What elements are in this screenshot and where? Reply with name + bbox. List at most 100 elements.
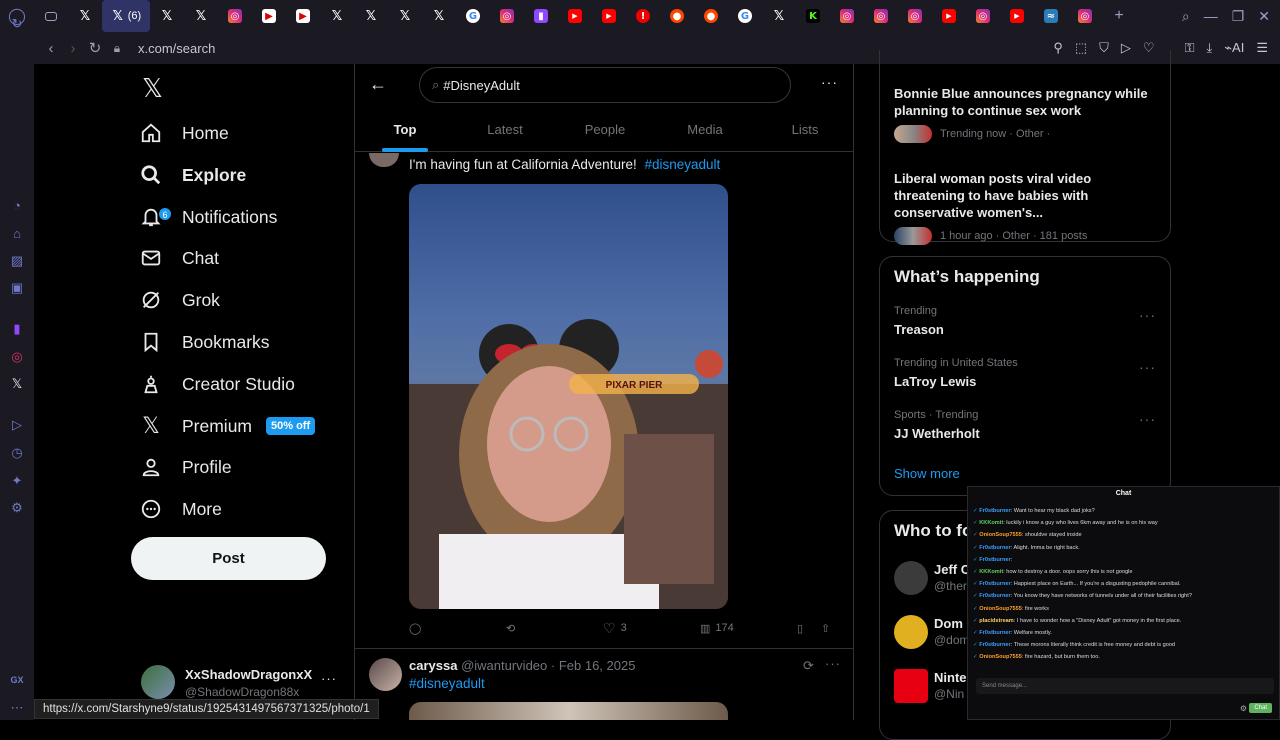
- x-logo-icon[interactable]: 𝕏: [142, 74, 163, 104]
- tab-x-active[interactable]: 𝕏 (6): [102, 0, 150, 32]
- lock-icon[interactable]: 🔒︎: [106, 41, 128, 56]
- history-icon[interactable]: ◷: [9, 445, 25, 461]
- tab-x[interactable]: 𝕏: [184, 0, 218, 32]
- tab-instagram[interactable]: ◎: [898, 0, 932, 32]
- gx-icon[interactable]: GX: [9, 672, 25, 688]
- reload-page-icon[interactable]: ↻: [84, 39, 106, 57]
- tab-reddit[interactable]: ●: [694, 0, 728, 32]
- trend-item[interactable]: Trending Treason ···: [880, 305, 1170, 349]
- avatar[interactable]: [894, 561, 928, 595]
- nav-profile[interactable]: Profile: [131, 447, 232, 487]
- ai-button[interactable]: ⌁AI: [1224, 40, 1244, 56]
- nav-premium[interactable]: 𝕏 Premium 50% off: [131, 406, 316, 446]
- back-arrow-icon[interactable]: ←: [369, 74, 387, 95]
- wallet-icon[interactable]: ⚿: [1185, 40, 1195, 56]
- player-icon[interactable]: ▷: [9, 417, 25, 433]
- nav-creator-studio[interactable]: Creator Studio: [131, 364, 295, 404]
- account-switcher[interactable]: XxShadowDragonxX @ShadowDragon88x ···: [141, 665, 353, 701]
- tab-people[interactable]: People: [555, 110, 655, 151]
- nav-bookmarks[interactable]: Bookmarks: [131, 322, 270, 362]
- tweet-date[interactable]: · Feb 16, 2025: [551, 658, 636, 673]
- news-item[interactable]: Liberal woman posts viral video threaten…: [894, 170, 1164, 245]
- tab-x[interactable]: 𝕏: [150, 0, 184, 32]
- new-tab-plus-icon[interactable]: +: [1102, 0, 1136, 32]
- tab-lists[interactable]: Lists: [755, 110, 853, 151]
- search-more-icon[interactable]: ···: [821, 74, 838, 90]
- views-button[interactable]: ▥ 174: [700, 622, 797, 635]
- like-button[interactable]: ♡ 3: [603, 620, 700, 637]
- trend-more-icon[interactable]: ···: [1139, 359, 1156, 375]
- messenger-icon[interactable]: ▣: [9, 280, 25, 296]
- tab-instagram[interactable]: ◎: [830, 0, 864, 32]
- extensions-icon[interactable]: ✦: [9, 473, 25, 489]
- tab-kick[interactable]: K: [796, 0, 830, 32]
- trend-item[interactable]: Trending in United States LaTroy Lewis ·…: [880, 357, 1170, 401]
- news-item[interactable]: Bonnie Blue announces pregnancy while pl…: [894, 85, 1164, 143]
- chat-username[interactable]: Fr0stburner: [979, 581, 1010, 587]
- tab-instagram[interactable]: ◎: [864, 0, 898, 32]
- url-field[interactable]: x.com/search: [138, 41, 215, 56]
- chat-username[interactable]: OnionSoup7555: [979, 532, 1022, 538]
- repost-button[interactable]: ⟲: [506, 622, 603, 635]
- avatar[interactable]: [894, 615, 928, 649]
- chat-username[interactable]: placidstream: [979, 618, 1014, 624]
- tab-other[interactable]: ≈: [1034, 0, 1068, 32]
- minimize-icon[interactable]: —: [1204, 8, 1218, 24]
- forward-icon[interactable]: ›: [62, 40, 84, 57]
- aria-icon[interactable]: ◔: [9, 198, 25, 214]
- account-more-icon[interactable]: ···: [321, 671, 337, 686]
- tweet-photo[interactable]: PIXAR PIER: [409, 184, 728, 609]
- tab-instagram[interactable]: ◎: [490, 0, 524, 32]
- chat-username[interactable]: Fr0stburner: [979, 630, 1010, 636]
- tab-x[interactable]: 𝕏: [762, 0, 796, 32]
- trend-item[interactable]: Sports · Trending JJ Wetherholt ···: [880, 409, 1170, 453]
- tab-instagram[interactable]: ◎: [966, 0, 1000, 32]
- search-input[interactable]: ⌕ #DisneyAdult: [419, 67, 791, 103]
- nav-explore[interactable]: Explore: [131, 155, 246, 195]
- tab-media[interactable]: Media: [655, 110, 755, 151]
- chat-username[interactable]: OnionSoup7555: [979, 654, 1022, 660]
- settings-icon[interactable]: ⚙: [9, 500, 25, 516]
- tab-youtube[interactable]: ▶: [932, 0, 966, 32]
- tweet[interactable]: caryssa @iwanturvideo · Feb 16, 2025 ⟳ ·…: [355, 650, 853, 720]
- trend-more-icon[interactable]: ···: [1139, 307, 1156, 323]
- trend-more-icon[interactable]: ···: [1139, 411, 1156, 427]
- bookmark-button[interactable]: ▯: [797, 622, 821, 635]
- tab-top[interactable]: Top: [355, 110, 455, 151]
- tab-x[interactable]: 𝕏: [68, 0, 102, 32]
- chat-username[interactable]: OnionSoup7555: [979, 606, 1022, 612]
- tab-google[interactable]: G: [456, 0, 490, 32]
- x-icon[interactable]: 𝕏: [9, 376, 25, 392]
- bag-icon[interactable]: ⌂: [9, 226, 25, 242]
- chat-username[interactable]: Fr0stburner: [979, 545, 1010, 551]
- reload-icon[interactable]: ↻: [9, 16, 25, 32]
- tab-streaming[interactable]: ▶: [286, 0, 320, 32]
- tab-latest[interactable]: Latest: [455, 110, 555, 151]
- tab-instagram[interactable]: ◎: [218, 0, 252, 32]
- tweet-photo[interactable]: [409, 702, 728, 720]
- chat-settings-icon[interactable]: ⚙: [1240, 704, 1247, 713]
- nav-chat[interactable]: Chat: [131, 238, 219, 278]
- search-tabs-icon[interactable]: ⌕: [1182, 8, 1190, 25]
- easy-setup-icon[interactable]: ☰: [1256, 40, 1268, 56]
- nav-notifications[interactable]: 6 Notifications: [131, 197, 277, 237]
- back-icon[interactable]: ‹: [40, 40, 62, 57]
- show-more-link[interactable]: Show more: [894, 466, 960, 481]
- tweet-author-name[interactable]: caryssa: [409, 658, 457, 673]
- instagram-icon[interactable]: ◎: [9, 349, 25, 365]
- tweet-more-icon[interactable]: ···: [825, 656, 841, 671]
- tab-instagram[interactable]: ◎: [1068, 0, 1102, 32]
- tweet[interactable]: I'm having fun at California Adventure! …: [355, 153, 853, 649]
- follow-name[interactable]: Jeff C: [934, 561, 970, 578]
- tab-alert[interactable]: !: [626, 0, 660, 32]
- follow-name[interactable]: Ninte: [934, 669, 967, 686]
- tab-twitch[interactable]: ▮: [524, 0, 558, 32]
- tweet-avatar[interactable]: [369, 153, 399, 167]
- tab-reddit[interactable]: ●: [660, 0, 694, 32]
- chat-username[interactable]: Fr0stburner: [979, 557, 1010, 563]
- avatar[interactable]: [894, 669, 928, 703]
- chat-username[interactable]: Fr0stburner: [979, 642, 1010, 648]
- post-button[interactable]: Post: [131, 537, 326, 580]
- tab-google[interactable]: G: [728, 0, 762, 32]
- tweet-author-handle[interactable]: @iwanturvideo: [461, 658, 547, 673]
